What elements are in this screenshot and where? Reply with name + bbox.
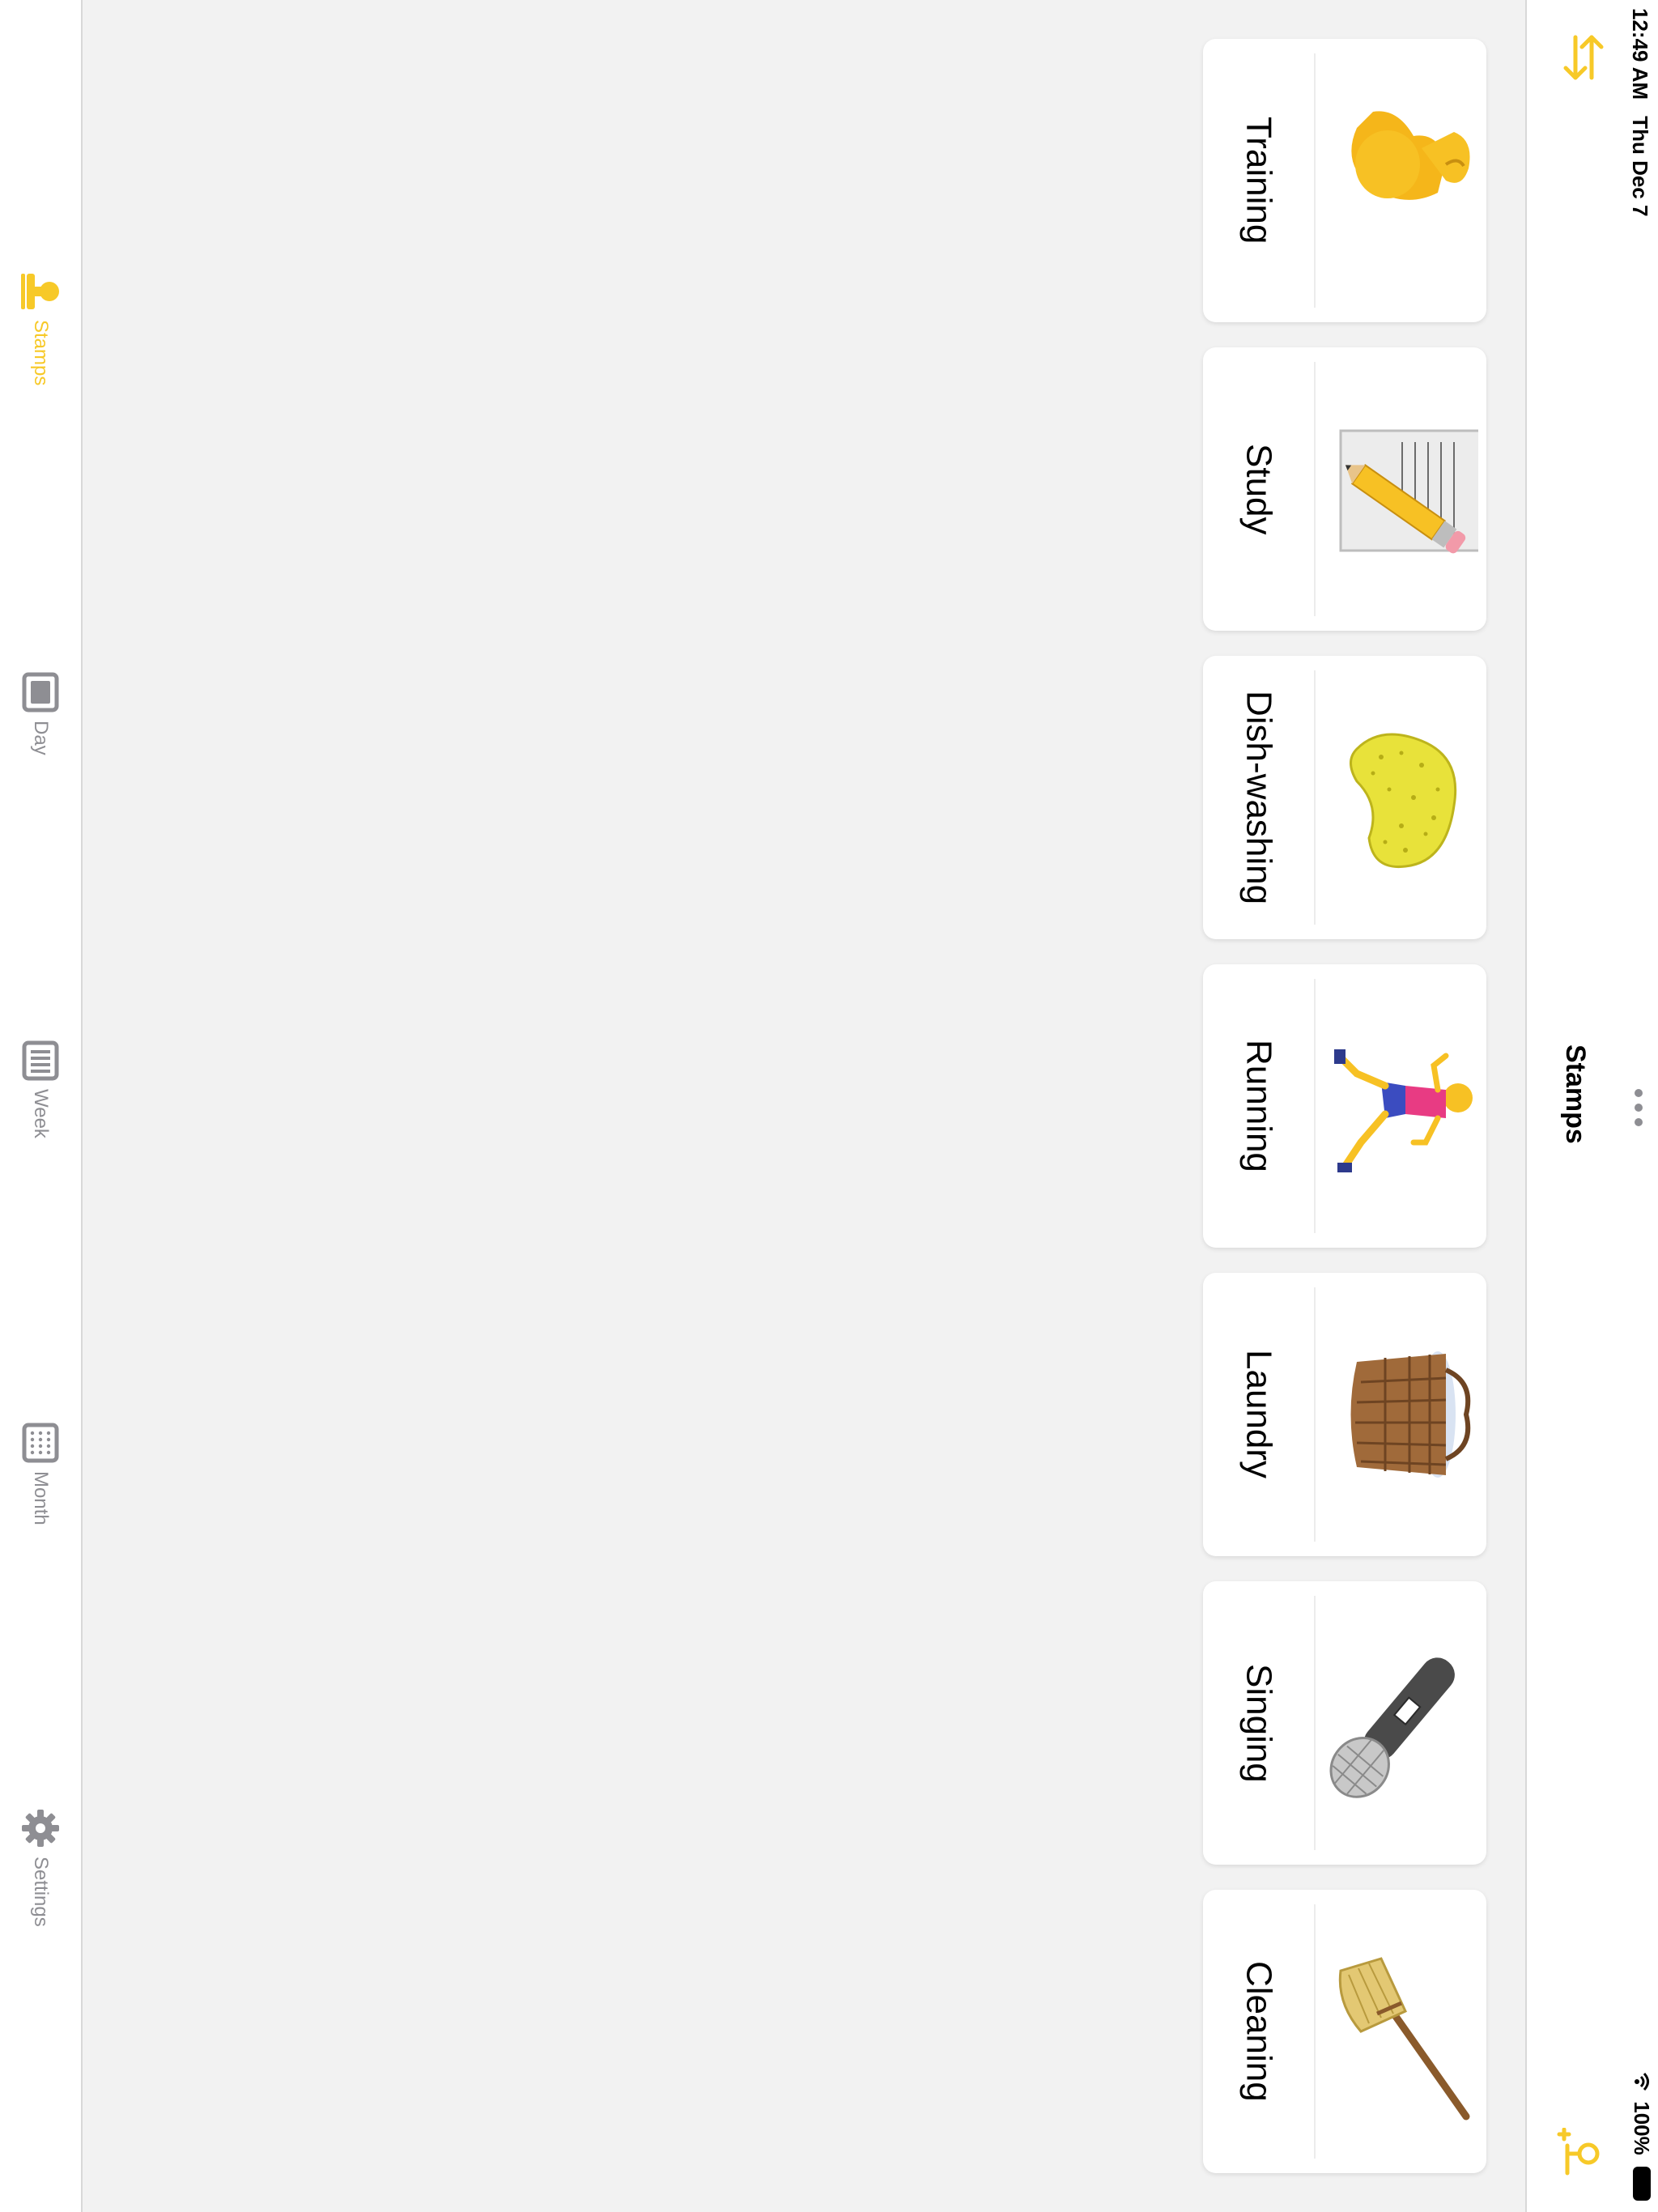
stamp-label: Dish-washing <box>1239 690 1279 905</box>
stamp-label: Study <box>1239 443 1279 535</box>
battery-percent: 100% <box>1630 2101 1654 2155</box>
tab-label: Stamps <box>30 320 52 386</box>
stamp-card-singing[interactable]: Singing <box>1203 1581 1486 1865</box>
stamp-card-training[interactable]: Training <box>1203 39 1486 322</box>
broom-icon <box>1338 1957 1470 2121</box>
card-divider <box>1314 979 1316 1233</box>
tab-label: Settings <box>30 1857 52 1927</box>
tab-label: Month <box>30 1471 52 1525</box>
card-divider <box>1314 670 1316 925</box>
add-stamp-icon[interactable] <box>1556 2128 1605 2176</box>
battery-icon <box>1633 2166 1651 2201</box>
tab-day[interactable]: Day <box>0 672 81 755</box>
gear-icon <box>22 1810 59 1847</box>
status-time-date: 12:49 AM Thu Dec 7 <box>1627 8 1652 216</box>
card-divider <box>1314 1596 1316 1850</box>
card-divider <box>1314 362 1316 616</box>
memo-pencil-icon <box>1339 429 1478 554</box>
tab-bar: Stamps Day Week Month Settings <box>0 0 83 2212</box>
tab-settings[interactable]: Settings <box>0 1808 81 1927</box>
tab-month[interactable]: Month <box>0 1423 81 1525</box>
sponge-icon <box>1350 733 1457 869</box>
stamp-card-study[interactable]: Study <box>1203 347 1486 631</box>
flexed-biceps-icon <box>1351 111 1470 200</box>
tab-week[interactable]: Week <box>0 1040 81 1138</box>
basket-icon <box>1350 1351 1471 1478</box>
stamp-icon <box>21 274 59 309</box>
stamp-label: Laundry <box>1239 1350 1279 1479</box>
runner-icon <box>1334 1049 1473 1172</box>
tab-label: Day <box>30 721 52 755</box>
page-title: Stamps <box>1560 1044 1591 1144</box>
stamp-card-running[interactable]: Running <box>1203 964 1486 1248</box>
month-icon <box>22 1423 59 1463</box>
status-time: 12:49 AM <box>1628 8 1652 100</box>
stamp-label: Singing <box>1239 1663 1279 1783</box>
stamp-label: Running <box>1239 1040 1279 1172</box>
microphone-icon <box>1329 1657 1455 1798</box>
stamp-label: Cleaning <box>1239 1961 1279 2102</box>
arrows-swap-icon[interactable] <box>1561 32 1606 83</box>
navigation-bar <box>1525 0 1658 2212</box>
status-battery: 100% <box>1629 2072 1654 2201</box>
wifi-icon <box>1635 2072 1649 2091</box>
card-divider <box>1314 1904 1316 2159</box>
day-icon <box>22 672 59 713</box>
stamp-card-laundry[interactable]: Laundry <box>1203 1273 1486 1556</box>
ellipsis-icon[interactable] <box>1632 1088 1645 1127</box>
status-date: Thu Dec 7 <box>1628 116 1652 217</box>
stamp-label: Training <box>1239 117 1279 245</box>
tab-stamps[interactable]: Stamps <box>0 271 81 385</box>
card-divider <box>1314 1287 1316 1542</box>
stamp-card-cleaning[interactable]: Cleaning <box>1203 1890 1486 2173</box>
stamp-card-dish-washing[interactable]: Dish-washing <box>1203 656 1486 939</box>
week-icon <box>22 1040 59 1081</box>
card-divider <box>1314 53 1316 308</box>
tab-label: Week <box>30 1089 52 1138</box>
